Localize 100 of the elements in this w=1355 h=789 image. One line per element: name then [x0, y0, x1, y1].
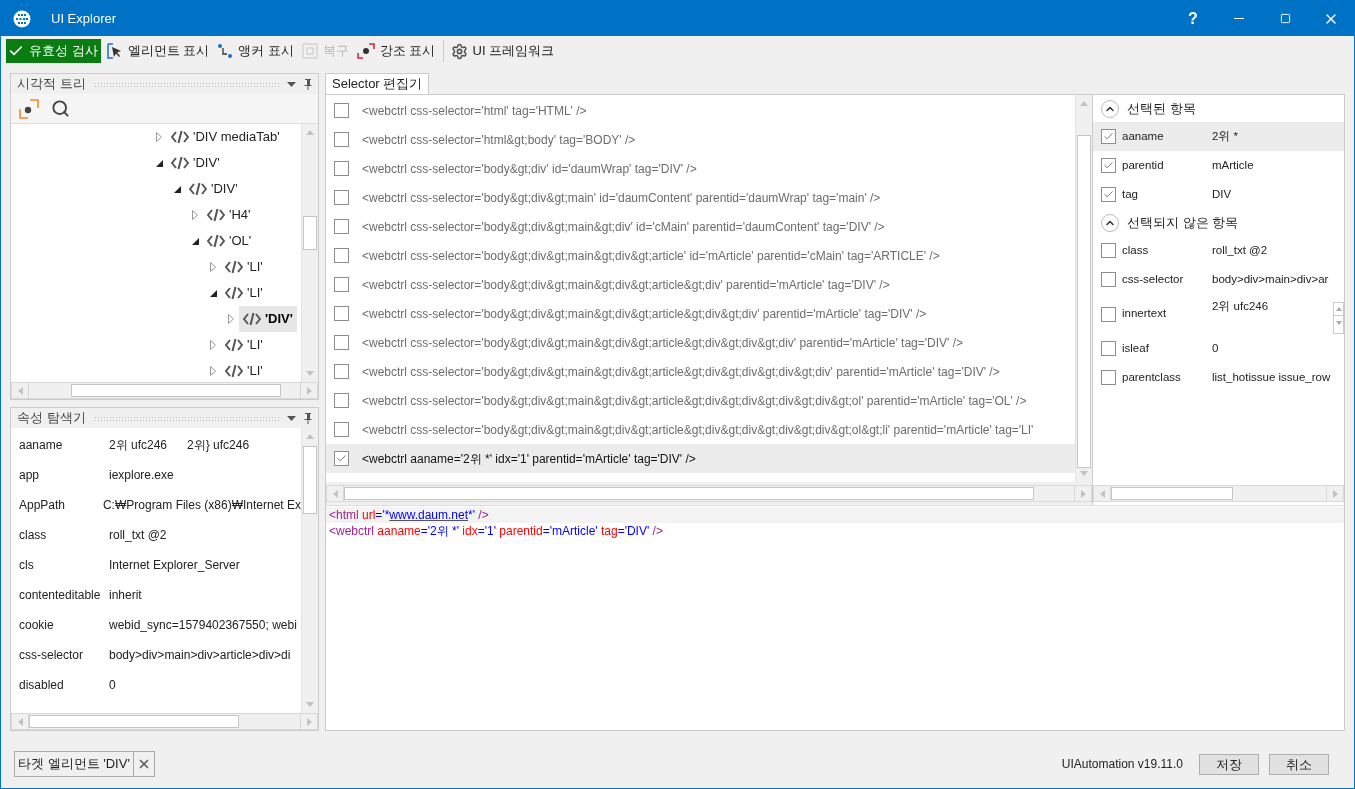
checkbox[interactable]	[334, 277, 349, 292]
selector-row[interactable]: <webctrl css-selector='body&gt;div&gt;main&gt;div' id='cMain' parentid='daumContent' tag='DIV' />	[326, 212, 1075, 241]
selector-row[interactable]: <webctrl aaname='2위 *' idx='1' parentid='mArticle' tag='DIV' />	[326, 444, 1075, 473]
tree-item[interactable]: 'DIV'	[239, 306, 297, 332]
scroll-thumb[interactable]	[1111, 487, 1233, 500]
vertical-scrollbar[interactable]	[1075, 95, 1092, 482]
checkbox[interactable]	[334, 161, 349, 176]
scroll-down-icon[interactable]	[306, 702, 314, 707]
attribute-row[interactable]: css-selector body>div>main>div>ar	[1093, 265, 1344, 294]
tree-item[interactable]: 'DIV mediaTab'	[167, 124, 284, 150]
checkbox[interactable]	[1101, 272, 1116, 287]
checkbox[interactable]	[334, 219, 349, 234]
checkbox[interactable]	[1101, 243, 1116, 258]
scroll-right-icon[interactable]	[306, 386, 312, 395]
scroll-thumb[interactable]	[71, 384, 281, 397]
scroll-thumb[interactable]	[303, 216, 317, 250]
tree-item[interactable]: 'LI'	[221, 280, 267, 306]
attribute-row[interactable]: aaname 2위 *	[1093, 122, 1344, 151]
selector-row[interactable]: <webctrl css-selector='body&gt;div&gt;main&gt;div&gt;article&gt;div&gt;div&gt;div' parentid='mArticle' tag='DIV' />	[326, 328, 1075, 357]
scroll-up-icon[interactable]	[306, 434, 314, 439]
horizontal-scrollbar[interactable]	[11, 382, 318, 399]
checkbox[interactable]	[1101, 187, 1116, 202]
selector-row[interactable]: <webctrl css-selector='body&gt;div&gt;main&gt;div&gt;article&gt;div&gt;div&gt;div&gt;div&gt;ol' parentid='mArticle' tag='OL' />	[326, 386, 1075, 415]
pin-icon[interactable]	[304, 78, 312, 90]
vertical-scrollbar[interactable]	[301, 124, 318, 382]
checkbox[interactable]	[334, 422, 349, 437]
scroll-thumb[interactable]	[1077, 135, 1091, 468]
toolbar-button[interactable]: UI 프레임워크	[448, 39, 557, 63]
highlight-target-icon[interactable]	[19, 98, 39, 119]
selector-row[interactable]: <webctrl css-selector='body&gt;div&gt;main&gt;div&gt;article&gt;div&gt;div&gt;div&gt;div&gt;ol&gt;li' parentid='mArticle' tag='LI'	[326, 415, 1075, 444]
tree-item[interactable]: 'LI'	[221, 332, 267, 358]
scroll-left-icon[interactable]	[17, 717, 23, 726]
horizontal-scrollbar[interactable]	[1093, 485, 1344, 502]
scroll-right-icon[interactable]	[1080, 489, 1086, 498]
checkbox[interactable]	[334, 393, 349, 408]
scroll-right-icon[interactable]	[306, 717, 312, 726]
selector-row[interactable]: <webctrl css-selector='html' tag='HTML' />	[326, 96, 1075, 125]
selector-row[interactable]: <webctrl css-selector='body&gt;div&gt;main' id='daumContent' parentid='daumWrap' tag='main' />	[326, 183, 1075, 212]
dialog-button[interactable]: 저장	[1199, 753, 1259, 775]
editor-tab[interactable]: Selector 편집기	[325, 73, 430, 94]
checkbox[interactable]	[334, 364, 349, 379]
tree-item[interactable]: 'LI'	[221, 254, 267, 280]
tree-item[interactable]: 'H4'	[203, 202, 255, 228]
help-button[interactable]: ?	[1170, 1, 1216, 36]
attribute-row[interactable]: isleaf 0	[1093, 334, 1344, 363]
selector-row[interactable]: <webctrl css-selector='body&gt;div&gt;main&gt;div&gt;article&gt;div' parentid='mArticle' tag='DIV' />	[326, 270, 1075, 299]
checkbox[interactable]	[1101, 370, 1116, 385]
pin-icon[interactable]	[304, 412, 312, 424]
attribute-row[interactable]: class roll_txt @2	[1093, 236, 1344, 265]
selector-row[interactable]: <webctrl css-selector='body&gt;div&gt;main&gt;div&gt;article' id='mArticle' parentid='cMain' tag='ARTICLE' />	[326, 241, 1075, 270]
tree-item[interactable]: 'LI'	[221, 358, 267, 382]
tree-item[interactable]: 'DIV'	[185, 176, 242, 202]
selector-row[interactable]: <webctrl css-selector='body&gt;div' id='daumWrap' tag='DIV' />	[326, 154, 1075, 183]
scroll-up-icon[interactable]	[306, 130, 314, 135]
selector-row[interactable]: <webctrl css-selector='body&gt;div&gt;main&gt;div&gt;article&gt;div&gt;div' parentid='mArticle' tag='DIV' />	[326, 299, 1075, 328]
dialog-button[interactable]: 취소	[1269, 753, 1329, 775]
checkbox[interactable]	[1101, 306, 1116, 322]
selector-row[interactable]: <webctrl css-selector='body&gt;div&gt;main&gt;div&gt;article&gt;div&gt;div&gt;div&gt;div' parentid='mArticle' tag='DIV' />	[326, 357, 1075, 386]
checkbox[interactable]	[334, 132, 349, 147]
scroll-left-icon[interactable]	[332, 489, 338, 498]
scroll-left-icon[interactable]	[1099, 489, 1105, 498]
scroll-down-icon[interactable]	[1080, 471, 1088, 476]
attribute-name: parentid	[1122, 157, 1165, 173]
property-value: 2위 ufc246 2위} ufc246	[109, 437, 250, 454]
checkbox[interactable]	[334, 103, 349, 118]
checkbox[interactable]	[1101, 341, 1116, 356]
scroll-left-icon[interactable]	[17, 386, 23, 395]
attribute-value: list_hotissue issue_row	[1212, 369, 1331, 385]
checkbox[interactable]	[334, 335, 349, 350]
attribute-row[interactable]: innertext 2위 ufc246	[1093, 294, 1344, 334]
dropdown-icon[interactable]	[287, 81, 296, 87]
attribute-row[interactable]: tag DIV	[1093, 180, 1344, 209]
scroll-up-icon[interactable]	[1080, 101, 1088, 106]
checkbox[interactable]	[1101, 158, 1116, 173]
horizontal-scrollbar[interactable]	[11, 713, 318, 730]
selector-row[interactable]: <webctrl css-selector='html&gt;body' tag='BODY' />	[326, 125, 1075, 154]
scroll-right-icon[interactable]	[1332, 489, 1338, 498]
checkbox[interactable]	[334, 248, 349, 263]
tree-item[interactable]: 'OL'	[203, 228, 256, 254]
spin-buttons[interactable]	[1333, 302, 1344, 334]
toolbar-button[interactable]: 강조 표시	[354, 39, 438, 63]
panel-title: 시각적 트리	[17, 75, 86, 94]
scroll-thumb[interactable]	[303, 446, 317, 514]
toolbar-button[interactable]: 엘리먼트 표시	[104, 39, 212, 63]
tree-item[interactable]: 'DIV'	[167, 150, 224, 176]
scroll-down-icon[interactable]	[306, 371, 314, 376]
vertical-scrollbar[interactable]	[301, 428, 318, 713]
checkbox[interactable]	[334, 451, 349, 466]
horizontal-scrollbar[interactable]	[326, 485, 1092, 502]
dropdown-icon[interactable]	[287, 415, 296, 421]
validate-button[interactable]: 유효성 검사	[6, 39, 101, 63]
checkbox[interactable]	[1101, 129, 1116, 144]
attribute-row[interactable]: parentclass list_hotissue issue_row	[1093, 363, 1344, 392]
scroll-thumb[interactable]	[344, 487, 1034, 500]
scroll-thumb[interactable]	[29, 715, 239, 728]
checkbox[interactable]	[334, 190, 349, 205]
search-icon[interactable]	[51, 99, 70, 118]
toolbar-button[interactable]: 앵커 표시	[215, 39, 296, 63]
checkbox[interactable]	[334, 306, 349, 321]
attribute-row[interactable]: parentid mArticle	[1093, 151, 1344, 180]
